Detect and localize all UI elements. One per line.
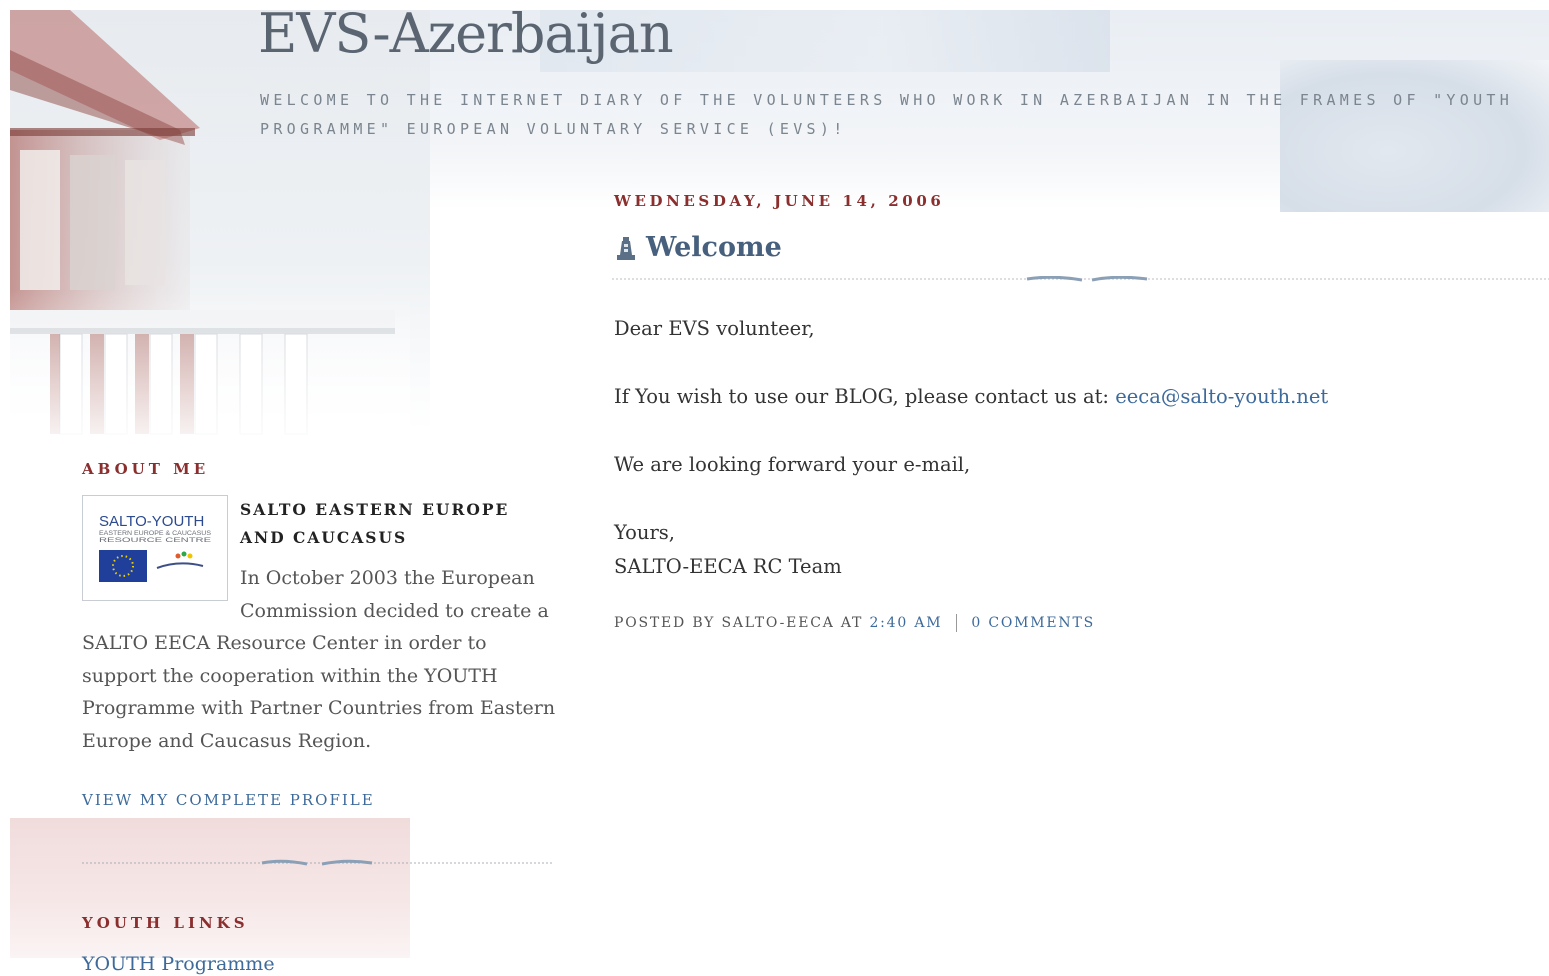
- post-body: Dear EVS volunteer, If You wish to use o…: [614, 312, 1534, 584]
- view-profile-link[interactable]: VIEW MY COMPLETE PROFILE: [82, 791, 375, 809]
- post-signoff-yours: Yours,: [614, 521, 676, 544]
- sidebar-pink-band: [10, 818, 410, 958]
- post-contact-line: If You wish to use our BLOG, please cont…: [614, 380, 1534, 414]
- profile-image-subtitle: EASTERN EUROPE & CAUCASUS: [99, 531, 211, 537]
- post-divider: [612, 276, 1549, 282]
- post-contact-text: If You wish to use our BLOG, please cont…: [614, 385, 1109, 408]
- profile-description: In October 2003 the European Commission …: [82, 567, 556, 752]
- post-footer: POSTED BY SALTO-EECA AT 2:40 AM 0 COMMEN…: [614, 614, 1095, 632]
- post-signoff: Yours, SALTO-EECA RC Team: [614, 516, 1534, 584]
- blog-description: WELCOME TO THE INTERNET DIARY OF THE VOL…: [260, 91, 1514, 138]
- profile-image-subtitle-2: RESOURCE CENTRE: [99, 538, 211, 544]
- sidebar-divider: [82, 859, 554, 866]
- house-balcony-illustration: [10, 10, 410, 440]
- posted-by-label: POSTED BY SALTO-EECA AT: [614, 615, 864, 631]
- post-title: Welcome: [614, 232, 782, 263]
- post-signature: SALTO-EECA RC Team: [614, 555, 842, 578]
- footer-separator: [956, 614, 958, 632]
- post-title-link[interactable]: Welcome: [646, 232, 782, 263]
- youth-programme-link[interactable]: YOUTH Programme: [82, 953, 275, 975]
- post-time-link[interactable]: 2:40 AM: [869, 615, 942, 631]
- contact-email-link[interactable]: eeca@salto-youth.net: [1115, 385, 1328, 408]
- post-lighthouse-icon: [617, 236, 635, 260]
- profile-image-title: SALTO-YOUTH: [99, 513, 204, 530]
- youth-links-heading: YOUTH LINKS: [82, 914, 249, 932]
- profile-name: SALTO EASTERN EUROPE AND CAUCASUS: [240, 500, 510, 547]
- post-date: WEDNESDAY, JUNE 14, 2006: [614, 192, 945, 210]
- comments-link[interactable]: 0 COMMENTS: [971, 615, 1095, 631]
- post-looking-forward: We are looking forward your e-mail,: [614, 453, 971, 476]
- about-me-heading: ABOUT ME: [82, 460, 210, 478]
- blog-title[interactable]: EVS-Azerbaijan: [258, 2, 674, 65]
- post-greeting: Dear EVS volunteer,: [614, 317, 815, 340]
